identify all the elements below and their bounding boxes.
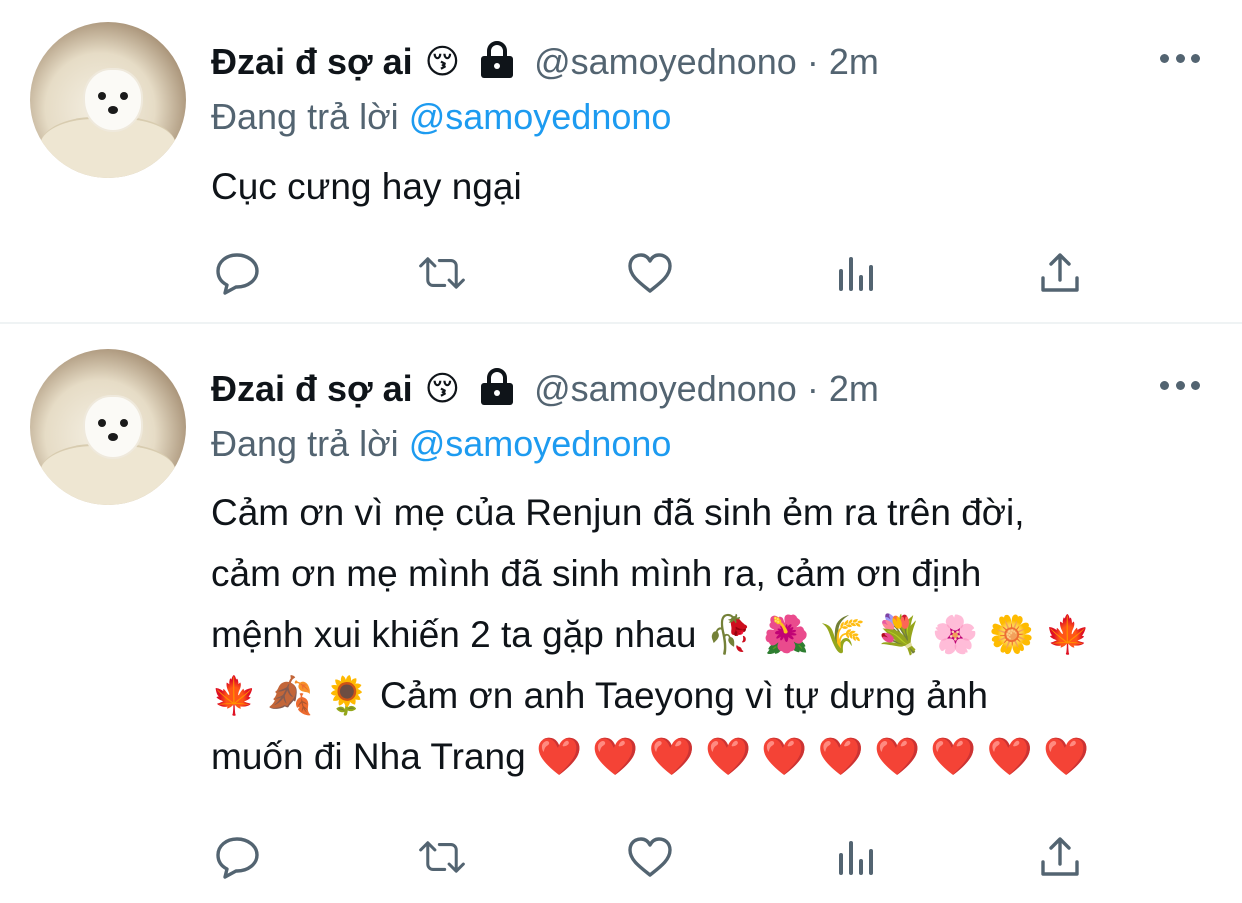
like-icon — [628, 837, 672, 877]
share-button[interactable] — [1036, 250, 1084, 296]
share-button[interactable] — [1036, 834, 1084, 880]
retweet-icon — [419, 841, 465, 873]
handle[interactable]: @samoyednono — [534, 41, 797, 83]
like-icon — [628, 253, 672, 293]
tweet-text-line: 🍁 🍂 🌻 Cảm ơn anh Taeyong vì tự dưng ảnh — [211, 675, 988, 716]
tweet-text: Cục cưng hay ngại — [211, 156, 1211, 217]
tweet-header: Đzai đ sợ ai 😚 @samoyednono · 2m — [211, 365, 879, 413]
replying-to-label: Đang trả lời — [211, 96, 399, 137]
views-button[interactable] — [832, 834, 880, 880]
tweet-text-line: muốn đi Nha Trang ❤️ ❤️ ❤️ ❤️ ❤️ ❤️ ❤️ ❤… — [211, 736, 1090, 777]
views-icon — [839, 257, 873, 291]
tweet[interactable]: Đzai đ sợ ai 😚 @samoyednono · 2m Đang tr… — [0, 0, 1242, 322]
reply-button[interactable] — [214, 834, 262, 880]
retweet-button[interactable] — [418, 834, 466, 880]
avatar[interactable] — [30, 349, 186, 505]
kissing-face-emoji: 😚 — [424, 370, 461, 408]
like-button[interactable] — [626, 834, 674, 880]
lock-icon — [481, 41, 514, 78]
kissing-face-emoji: 😚 — [424, 43, 461, 81]
retweet-icon — [419, 257, 465, 289]
more-icon[interactable] — [1160, 378, 1200, 392]
tweet[interactable]: Đzai đ sợ ai 😚 @samoyednono · 2m Đang tr… — [0, 324, 1242, 903]
share-icon — [1041, 837, 1079, 876]
reply-icon — [216, 253, 259, 295]
tweet-text-line: mệnh xui khiến 2 ta gặp nhau 🥀 🌺 🌾 💐 🌸 🌼… — [211, 614, 1091, 655]
share-icon — [1041, 253, 1079, 292]
reply-button[interactable] — [214, 250, 262, 296]
replying-to-label: Đang trả lời — [211, 423, 399, 464]
like-button[interactable] — [626, 250, 674, 296]
avatar[interactable] — [30, 22, 186, 178]
separator-dot: · — [806, 368, 819, 409]
handle[interactable]: @samoyednono — [534, 368, 797, 410]
views-button[interactable] — [832, 250, 880, 296]
retweet-button[interactable] — [418, 250, 466, 296]
display-name[interactable]: Đzai đ sợ ai — [211, 368, 413, 410]
views-icon — [839, 841, 873, 875]
timestamp[interactable]: 2m — [829, 368, 879, 410]
display-name[interactable]: Đzai đ sợ ai — [211, 41, 413, 83]
separator-dot: · — [806, 41, 819, 82]
tweet-header: Đzai đ sợ ai 😚 @samoyednono · 2m — [211, 38, 879, 86]
replying-to-link[interactable]: @samoyednono — [409, 423, 672, 464]
timestamp[interactable]: 2m — [829, 41, 879, 83]
reply-icon — [216, 837, 259, 879]
replying-to: Đang trả lời @samoyednono — [211, 423, 671, 465]
tweet-text: Cảm ơn vì mẹ của Renjun đã sinh ẻm ra tr… — [211, 482, 1211, 787]
avatar-dog-face — [85, 70, 141, 130]
tweet-text-line: cảm ơn mẹ mình đã sinh mình ra, cảm ơn đ… — [211, 553, 982, 594]
more-icon[interactable] — [1160, 51, 1200, 65]
replying-to-link[interactable]: @samoyednono — [409, 96, 672, 137]
tweet-text-line: Cảm ơn vì mẹ của Renjun đã sinh ẻm ra tr… — [211, 492, 1025, 533]
lock-icon — [481, 368, 514, 405]
avatar-dog-face — [85, 397, 141, 457]
tweet-text-line: Cục cưng hay ngại — [211, 166, 522, 207]
replying-to: Đang trả lời @samoyednono — [211, 96, 671, 138]
